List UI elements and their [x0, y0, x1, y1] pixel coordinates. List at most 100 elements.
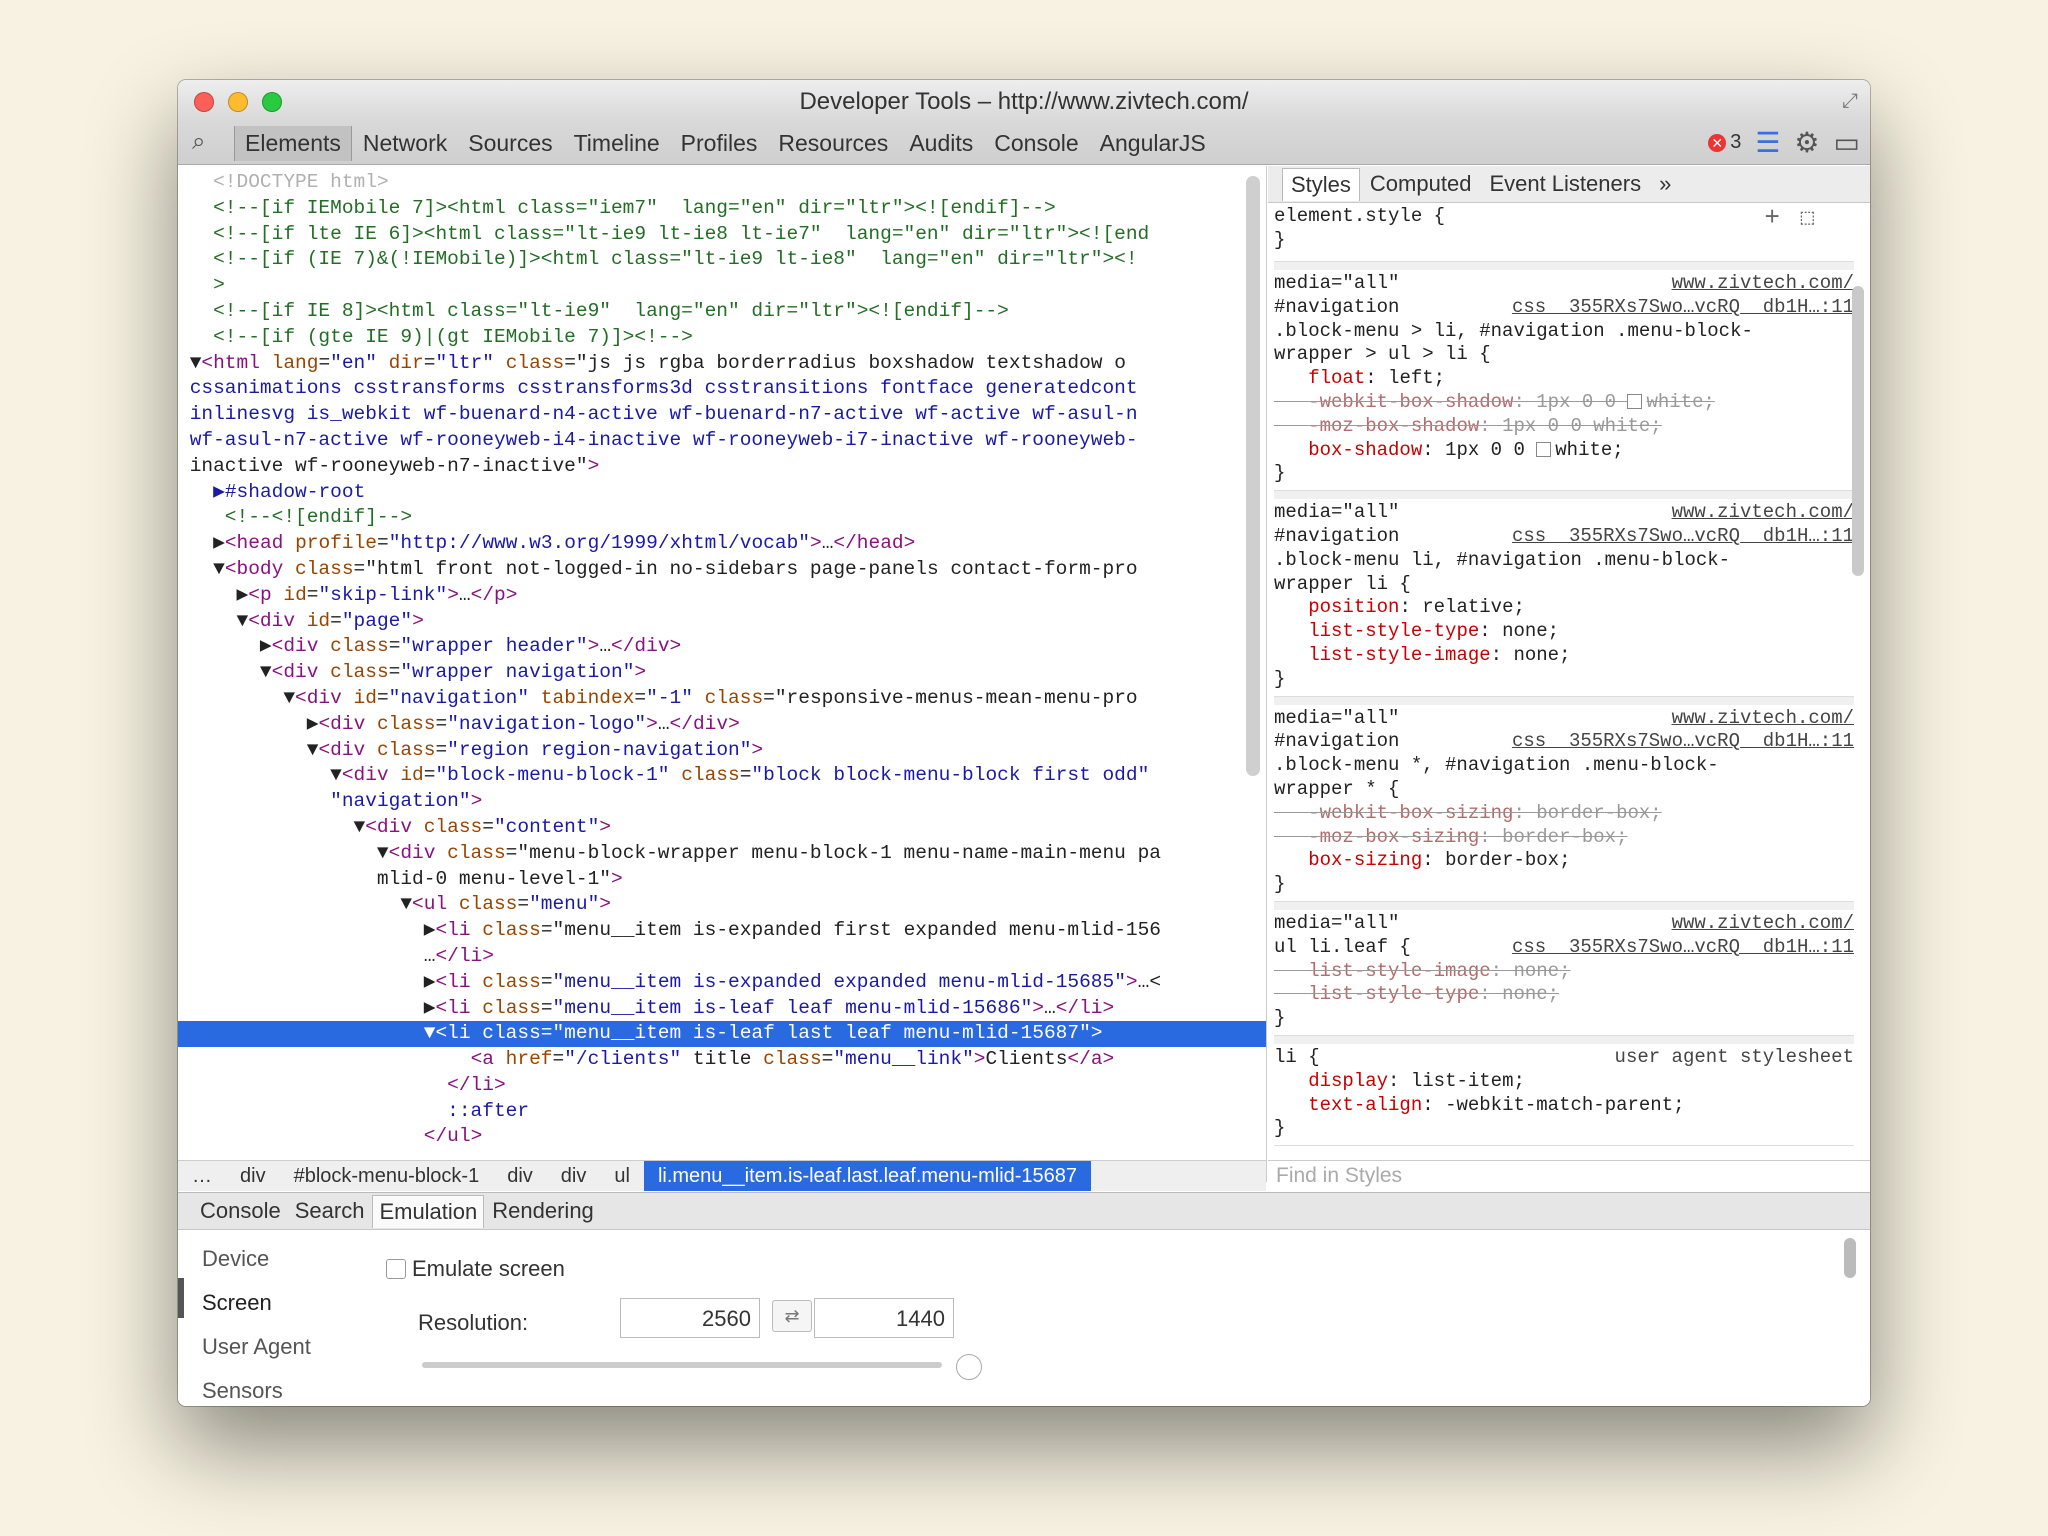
dom-node-line[interactable]: ▼<div class="region region-navigation"> — [178, 738, 1266, 764]
dom-node-line[interactable]: <!--[if IE 8]><html class="lt-ie9" lang=… — [178, 299, 1266, 325]
emulation-nav-sensors[interactable]: Sensors — [202, 1378, 283, 1404]
dom-node-line[interactable]: ▶<p id="skip-link">…</p> — [178, 583, 1266, 609]
sidebar-tab-styles[interactable]: Styles — [1282, 167, 1360, 201]
show-console-icon[interactable]: ☰ — [1755, 126, 1780, 159]
breadcrumb-item[interactable]: div — [226, 1165, 280, 1188]
rule-source-link[interactable]: www.zivtech.com/ — [1672, 707, 1854, 731]
sidebar-tab-event-listeners[interactable]: Event Listeners — [1481, 168, 1649, 200]
dom-node-line[interactable]: <!DOCTYPE html> — [178, 170, 1266, 196]
emulation-nav-screen[interactable]: Screen — [202, 1290, 272, 1316]
tab-network[interactable]: Network — [353, 126, 457, 161]
css-property[interactable]: -moz-box-shadow: 1px 0 0 white; — [1274, 415, 1854, 439]
rule-source-file-link[interactable]: css__355RXs7Swo…vcRQ__db1H…:11 — [1512, 525, 1854, 549]
css-property[interactable]: list-style-type: none; — [1274, 620, 1854, 644]
resolution-width-input[interactable]: 2560 — [620, 1298, 760, 1338]
css-property[interactable]: list-style-image: none; — [1274, 644, 1854, 668]
css-property[interactable]: box-shadow: 1px 0 0 white; — [1274, 439, 1854, 463]
dom-node-line[interactable]: ▼<div id="navigation" tabindex="-1" clas… — [178, 686, 1266, 712]
emulate-screen-checkbox[interactable]: Emulate screen — [386, 1256, 565, 1282]
emulation-nav-device[interactable]: Device — [202, 1246, 269, 1272]
dom-node-line[interactable]: ▶#shadow-root — [178, 480, 1266, 506]
dom-node-line[interactable]: ▼<li class="menu__item is-leaf last leaf… — [178, 1021, 1266, 1048]
dom-node-line[interactable]: ▼<div class="menu-block-wrapper menu-blo… — [178, 841, 1266, 867]
breadcrumb-item[interactable]: ul — [600, 1165, 644, 1188]
dom-node-line[interactable]: mlid-0 menu-level-1"> — [178, 867, 1266, 893]
drawer-tab-emulation[interactable]: Emulation — [372, 1194, 485, 1228]
breadcrumb-item[interactable]: div — [493, 1165, 547, 1188]
dom-node-line[interactable]: ▶<li class="menu__item is-expanded first… — [178, 918, 1266, 944]
dom-node-line[interactable]: ▶<li class="menu__item is-leaf leaf menu… — [178, 996, 1266, 1022]
fullscreen-icon[interactable]: ⤢ — [1842, 90, 1858, 113]
tab-resources[interactable]: Resources — [768, 126, 898, 161]
search-icon[interactable]: ⌕ — [192, 128, 205, 156]
tab-timeline[interactable]: Timeline — [564, 126, 670, 161]
dom-node-line[interactable]: cssanimations csstransforms csstransform… — [178, 376, 1266, 402]
dom-node-line[interactable]: ::after — [178, 1099, 1266, 1125]
checkbox-box[interactable] — [386, 1259, 406, 1279]
dom-node-line[interactable]: ▼<div class="content"> — [178, 815, 1266, 841]
dom-node-line[interactable]: ▶<head profile="http://www.w3.org/1999/x… — [178, 531, 1266, 557]
dom-node-line[interactable]: <!--[if lte IE 6]><html class="lt-ie9 lt… — [178, 222, 1266, 248]
dock-icon[interactable]: ▭ — [1834, 126, 1860, 159]
dom-node-line[interactable]: ▼<body class="html front not-logged-in n… — [178, 557, 1266, 583]
css-property[interactable]: list-style-type: none; — [1274, 983, 1854, 1007]
tab-elements[interactable]: Elements — [234, 126, 352, 161]
drawer-scrollbar[interactable] — [1844, 1238, 1856, 1278]
rule-source-file-link[interactable]: css__355RXs7Swo…vcRQ__db1H…:11 — [1512, 296, 1854, 320]
styles-scrollbar[interactable] — [1852, 286, 1864, 576]
css-property[interactable]: box-sizing: border-box; — [1274, 849, 1854, 873]
sidebar-tab-computed[interactable]: Computed — [1362, 168, 1480, 200]
dom-node-line[interactable]: ▼<div id="page"> — [178, 609, 1266, 635]
rule-source-link[interactable]: www.zivtech.com/ — [1672, 272, 1854, 296]
tab-profiles[interactable]: Profiles — [671, 126, 768, 161]
dom-node-line[interactable]: ▼<div id="block-menu-block-1" class="blo… — [178, 763, 1266, 789]
dom-node-line[interactable]: <!--[if (gte IE 9)|(gt IEMobile 7)]><!--… — [178, 325, 1266, 351]
dom-node-line[interactable]: </ul> — [178, 1124, 1266, 1150]
breadcrumb-item[interactable]: div — [547, 1165, 601, 1188]
swap-dimensions-button[interactable]: ⇄ — [772, 1300, 812, 1332]
dom-node-line[interactable]: ▼<div class="wrapper navigation"> — [178, 660, 1266, 686]
dom-node-line[interactable]: ▶<div class="navigation-logo">…</div> — [178, 712, 1266, 738]
css-property[interactable]: position: relative; — [1274, 596, 1854, 620]
scale-slider-handle[interactable] — [956, 1354, 982, 1380]
breadcrumb-item[interactable]: li.menu__item.is-leaf.last.leaf.menu-mli… — [643, 1161, 1092, 1191]
color-swatch[interactable] — [1627, 394, 1643, 410]
gear-icon[interactable]: ⚙ — [1794, 126, 1819, 159]
resolution-height-input[interactable]: 1440 — [814, 1298, 954, 1338]
breadcrumb-item[interactable]: … — [178, 1165, 226, 1188]
dom-node-line[interactable]: <a href="/clients" title class="menu__li… — [178, 1047, 1266, 1073]
error-count-badge[interactable]: ✕ 3 — [1708, 131, 1741, 154]
tab-console[interactable]: Console — [984, 126, 1088, 161]
rule-source-file-link[interactable]: css__355RXs7Swo…vcRQ__db1H…:11 — [1512, 730, 1854, 754]
dom-node-line[interactable]: …</li> — [178, 944, 1266, 970]
dom-node-line[interactable]: > — [178, 273, 1266, 299]
emulation-nav-user-agent[interactable]: User Agent — [202, 1334, 311, 1360]
dom-node-line[interactable]: wf-asul-n7-active wf-rooneyweb-i4-inacti… — [178, 428, 1266, 454]
drawer-tab-console[interactable]: Console — [194, 1195, 287, 1227]
sidebar-tab--[interactable]: » — [1651, 168, 1679, 200]
css-property[interactable]: -moz-box-sizing: border-box; — [1274, 826, 1854, 850]
css-property[interactable]: list-style-image: none; — [1274, 960, 1854, 984]
dom-node-line[interactable]: </li> — [178, 1073, 1266, 1099]
dom-node-line[interactable]: ▼<ul class="menu"> — [178, 892, 1266, 918]
rule-source-link[interactable]: www.zivtech.com/ — [1672, 501, 1854, 525]
scale-slider-track[interactable] — [422, 1362, 942, 1368]
dom-node-line[interactable]: <!--<![endif]--> — [178, 505, 1266, 531]
rule-source-file-link[interactable]: css__355RXs7Swo…vcRQ__db1H…:11 — [1512, 936, 1854, 960]
rule-source-link[interactable]: www.zivtech.com/ — [1672, 912, 1854, 936]
dom-node-line[interactable]: <!--[if IEMobile 7]><html class="iem7" l… — [178, 196, 1266, 222]
dom-node-line[interactable]: ▶<li class="menu__item is-expanded expan… — [178, 970, 1266, 996]
css-property[interactable]: float: left; — [1274, 367, 1854, 391]
breadcrumb-item[interactable]: #block-menu-block-1 — [280, 1165, 494, 1188]
css-property[interactable]: -webkit-box-shadow: 1px 0 0 white; — [1274, 391, 1854, 415]
toggle-element-state-icon[interactable]: ⬚ — [1801, 207, 1814, 231]
css-property[interactable]: -webkit-box-sizing: border-box; — [1274, 802, 1854, 826]
tab-angularjs[interactable]: AngularJS — [1090, 126, 1216, 161]
drawer-tab-rendering[interactable]: Rendering — [486, 1195, 600, 1227]
dom-node-line[interactable]: <!--[if (IE 7)&(!IEMobile)]><html class=… — [178, 247, 1266, 273]
tab-sources[interactable]: Sources — [458, 126, 562, 161]
dom-node-line[interactable]: ▼<html lang="en" dir="ltr" class="js js … — [178, 351, 1266, 377]
dom-node-line[interactable]: inactive wf-rooneyweb-n7-inactive"> — [178, 454, 1266, 480]
dom-node-line[interactable]: "navigation"> — [178, 789, 1266, 815]
dom-node-line[interactable]: ▶<div class="wrapper header">…</div> — [178, 634, 1266, 660]
